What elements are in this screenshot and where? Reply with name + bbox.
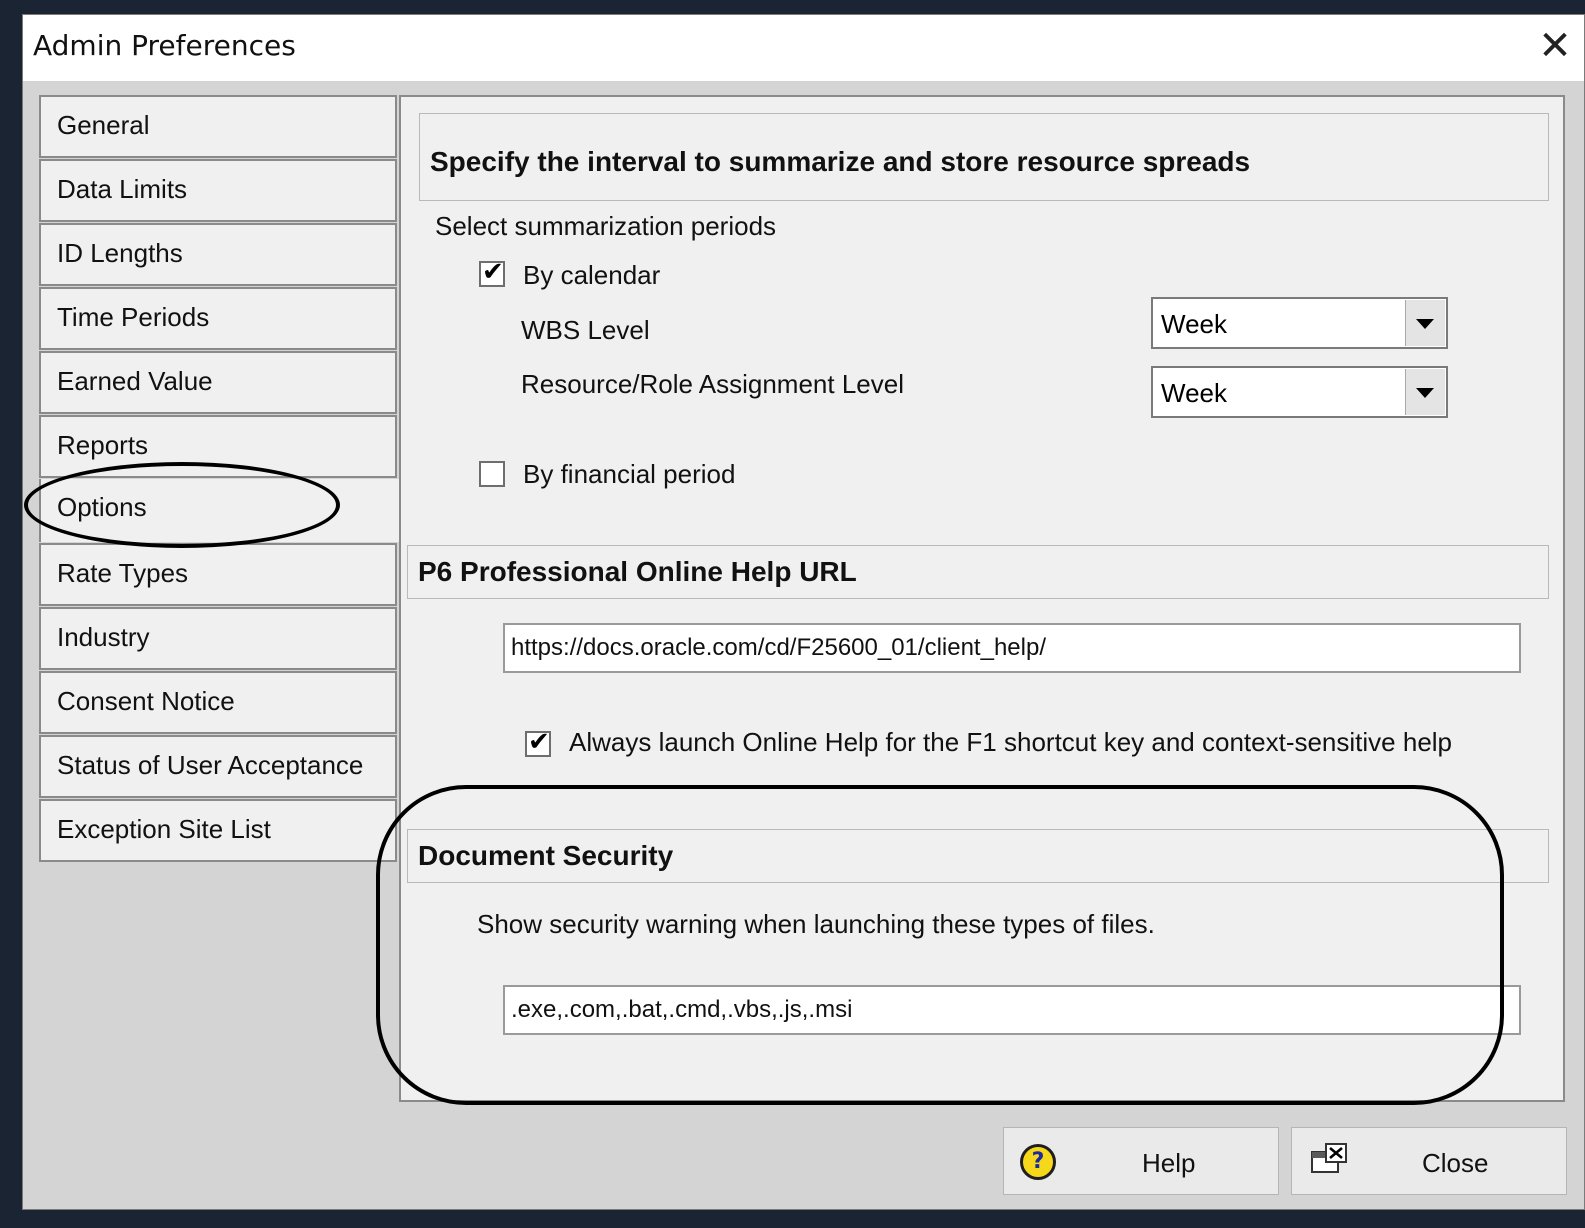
wbs-level-dropdown-button[interactable] (1405, 300, 1445, 346)
checkmark-icon: ✔ (528, 727, 550, 757)
nav-item-exception-site-list[interactable]: Exception Site List (39, 799, 397, 862)
chevron-down-icon (1416, 319, 1434, 329)
help-url-input[interactable]: https://docs.oracle.com/cd/F25600_01/cli… (503, 623, 1521, 673)
chevron-down-icon (1416, 388, 1434, 398)
by-financial-period-checkbox[interactable] (479, 461, 505, 487)
summarize-section-header: Specify the interval to summarize and st… (419, 113, 1549, 201)
document-security-section-header: Document Security (407, 829, 1549, 883)
resource-level-label: Resource/Role Assignment Level (521, 369, 904, 399)
resource-level-value: Week (1161, 378, 1227, 408)
nav-item-general[interactable]: General (39, 95, 397, 158)
options-panel: Specify the interval to summarize and st… (399, 95, 1565, 1102)
help-button-label: Help (1142, 1148, 1196, 1178)
nav-item-earned-value[interactable]: Earned Value (39, 351, 397, 414)
file-extensions-input[interactable]: .exe,.com,.bat,.cmd,.vbs,.js,.msi (503, 985, 1521, 1035)
dialog-title: Admin Preferences (33, 29, 296, 62)
nav-item-industry[interactable]: Industry (39, 607, 397, 670)
close-window-button[interactable]: ✕ (1532, 23, 1578, 69)
help-button[interactable]: ? Help (1003, 1127, 1279, 1195)
nav-item-rate-types[interactable]: Rate Types (39, 543, 397, 606)
wbs-level-label: WBS Level (521, 315, 650, 345)
by-financial-period-label: By financial period (523, 459, 736, 489)
resource-level-select[interactable]: Week (1151, 366, 1448, 418)
close-window-icon (1311, 1143, 1347, 1173)
nav-item-time-periods[interactable]: Time Periods (39, 287, 397, 350)
nav-item-id-lengths[interactable]: ID Lengths (39, 223, 397, 286)
always-launch-help-label: Always launch Online Help for the F1 sho… (569, 727, 1453, 757)
help-icon: ? (1020, 1144, 1056, 1180)
title-bar: Admin Preferences ✕ (23, 15, 1584, 81)
admin-preferences-dialog: Admin Preferences ✕ General Data Limits … (22, 14, 1585, 1210)
wbs-level-value: Week (1161, 309, 1227, 339)
nav-item-consent-notice[interactable]: Consent Notice (39, 671, 397, 734)
summarization-periods-label: Select summarization periods (435, 211, 777, 241)
resource-level-dropdown-button[interactable] (1405, 369, 1445, 415)
checkmark-icon: ✔ (482, 257, 504, 287)
nav-item-options[interactable]: Options (39, 479, 409, 542)
by-calendar-label: By calendar (523, 260, 661, 290)
wbs-level-select[interactable]: Week (1151, 297, 1448, 349)
by-calendar-checkbox[interactable]: ✔ (479, 257, 505, 287)
help-url-section-header: P6 Professional Online Help URL (407, 545, 1549, 599)
close-button-label: Close (1422, 1148, 1489, 1178)
always-launch-help-checkbox[interactable]: ✔ (525, 727, 551, 757)
close-button[interactable]: Close (1291, 1127, 1567, 1195)
nav-item-data-limits[interactable]: Data Limits (39, 159, 397, 222)
nav-item-status-of-user-acceptance[interactable]: Status of User Acceptance (39, 735, 397, 798)
nav-item-reports[interactable]: Reports (39, 415, 397, 478)
security-warning-description: Show security warning when launching the… (477, 909, 1155, 939)
